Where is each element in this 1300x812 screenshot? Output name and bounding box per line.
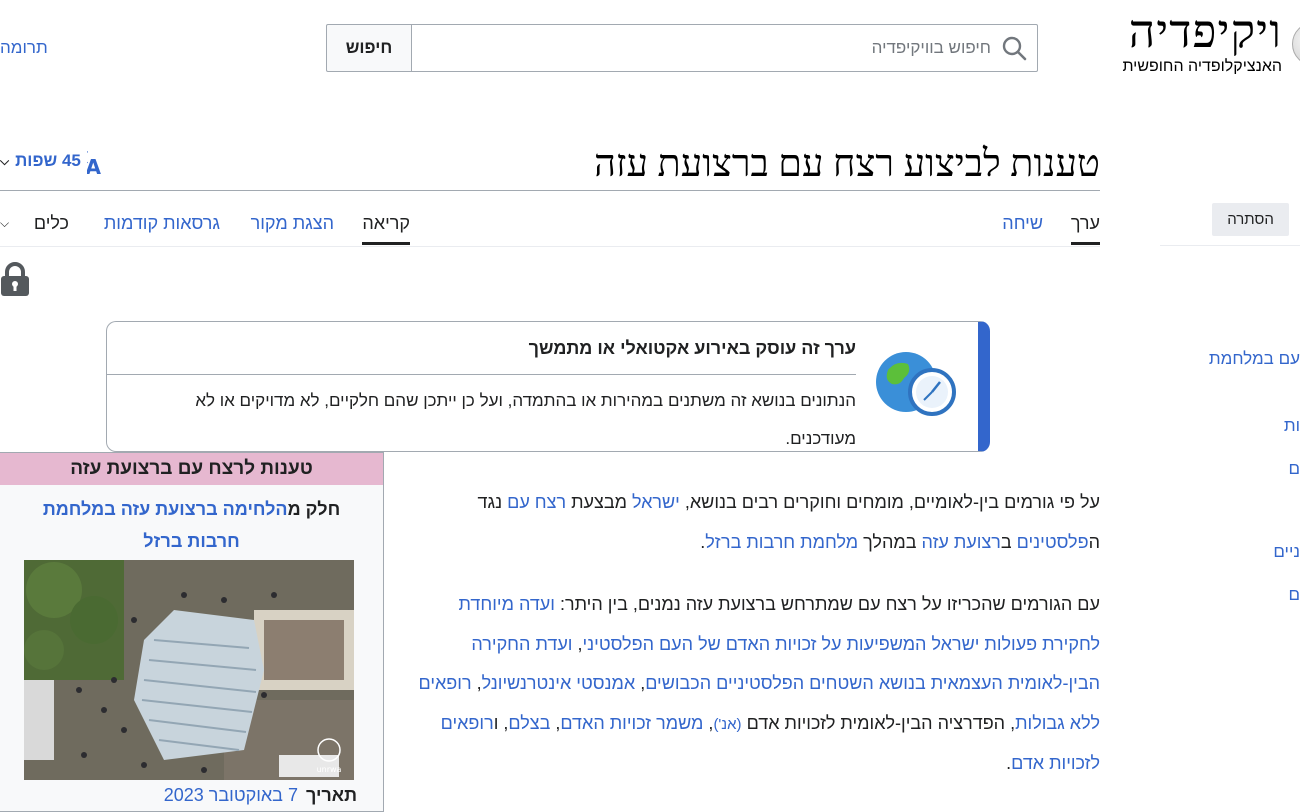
link-israel[interactable]: ישראל (632, 492, 680, 512)
title-divider (0, 190, 1100, 191)
infobox-header: טענות לרצח עם ברצועת עזה (0, 453, 383, 485)
text: , ו (493, 712, 509, 733)
wikipedia-logo[interactable]: ויקיפדיה האנציקלופדיה החופשית (1122, 6, 1282, 76)
text: , (572, 633, 583, 654)
link-palestinians[interactable]: פלסטינים (1017, 532, 1089, 552)
tabs-divider (0, 246, 1100, 247)
chevron-down-icon[interactable]: ⌵ (0, 216, 9, 231)
svg-text:A: A (87, 155, 102, 175)
notice-divider (107, 374, 856, 375)
search-icon (1002, 36, 1027, 61)
text: במהלך (858, 531, 922, 552)
lock-icon[interactable] (0, 262, 30, 296)
link-amnesty[interactable]: אמנסטי אינטרנשיונל (482, 673, 636, 693)
tab-tools[interactable]: כלים (34, 210, 69, 236)
link-gaza-strip[interactable]: רצועת עזה (922, 532, 1001, 552)
text: , (471, 673, 482, 693)
wikipedia-globe-icon (1292, 22, 1300, 66)
languages-label: 45 שפות (15, 151, 81, 170)
text: , (703, 712, 714, 733)
tab-read[interactable]: קריאה (362, 210, 410, 245)
link-hrw[interactable]: משמר זכויות האדם (560, 713, 703, 733)
infobox-part-of: חלק מהלחימה ברצועת עזה במלחמת חרבות ברזל (0, 485, 383, 557)
text: על פי גורמים בין-לאומיים, מומחים וחוקרים… (679, 492, 1100, 512)
tab-talk[interactable]: שיחה (1002, 210, 1043, 236)
link-fidh-en[interactable]: (אנ') (713, 716, 741, 733)
page-title: טענות לביצוע רצח עם ברצועת עזה (594, 143, 1100, 185)
toc-item[interactable]: ות (1284, 416, 1300, 436)
body-bags-photo: unrwa (24, 560, 354, 780)
translate-icon: 文 A (87, 147, 102, 175)
toc-item[interactable]: ניים (1273, 542, 1300, 562)
search-field-wrap (412, 24, 1038, 72)
search-input[interactable] (412, 38, 1001, 58)
link-swords-of-iron-war[interactable]: מלחמת חרבות ברזל (705, 532, 858, 552)
chevron-down-icon: ⌵ (0, 153, 10, 168)
toc-item[interactable]: ם (1288, 585, 1300, 605)
tab-article[interactable]: ערך (1070, 210, 1101, 245)
text: עם הגורמים שהכריזו על רצח עם שמתרחש ברצו… (554, 594, 1100, 614)
infobox-photo[interactable]: unrwa (24, 560, 354, 780)
current-event-notice: ערך זה עוסק באירוע אקטואלי או מתמשך הנתו… (106, 321, 990, 452)
text: ב (1000, 531, 1017, 552)
infobox-date-row: תאריך 7 באוקטובר 2023 (164, 785, 357, 806)
infobox-date-label: תאריך (305, 785, 357, 805)
infobox-date-link[interactable]: 7 באוקטובר 2023 (164, 785, 298, 805)
toc-item[interactable]: ם (1288, 459, 1300, 479)
toc-item[interactable]: עם במלחמת (1209, 349, 1300, 369)
notice-title: ערך זה עוסק באירוע אקטואלי או מתמשך (528, 338, 856, 358)
search-form: חיפוש (326, 24, 1038, 72)
globe-clock-icon (876, 352, 956, 416)
paragraph-declarers: עם הגורמים שהכריזו על רצח עם שמתרחש ברצו… (410, 585, 1100, 784)
lead-paragraph: על פי גורמים בין-לאומיים, מומחים וחוקרים… (410, 483, 1100, 562)
tab-history[interactable]: גרסאות קודמות (104, 210, 220, 236)
photo-watermark: unrwa (317, 765, 342, 774)
infobox-part-label: חלק מ (287, 499, 341, 519)
search-button[interactable]: חיפוש (326, 24, 412, 72)
infobox-part-link[interactable]: הלחימה ברצועת עזה במלחמת חרבות ברזל (43, 499, 288, 551)
text: , הפדרציה הבין-לאומית לזכויות אדם (741, 712, 1016, 733)
notice-text: הנתונים בנושא זה משתנים במהירות או בהתמד… (195, 391, 856, 448)
donate-link[interactable]: תרומה (0, 38, 48, 58)
link-genocide[interactable]: רצח עם (507, 492, 566, 512)
logo-globe-clip[interactable] (1292, 22, 1300, 66)
text: , (550, 712, 561, 733)
toc-hide-button[interactable]: הסתרה (1212, 203, 1289, 236)
infobox: טענות לרצח עם ברצועת עזה חלק מהלחימה ברצ… (0, 452, 384, 812)
text: מבצעת (566, 492, 632, 512)
link-btselem[interactable]: בצלם (508, 713, 550, 733)
tab-view-source[interactable]: הצגת מקור (251, 210, 334, 236)
text: , (635, 673, 646, 693)
toc-divider (1160, 245, 1300, 246)
wordmark: ויקיפדיה (1128, 6, 1282, 57)
tagline: האנציקלופדיה החופשית (1122, 58, 1282, 75)
languages-button[interactable]: 文 A 45 שפות ⌵ (0, 147, 119, 175)
